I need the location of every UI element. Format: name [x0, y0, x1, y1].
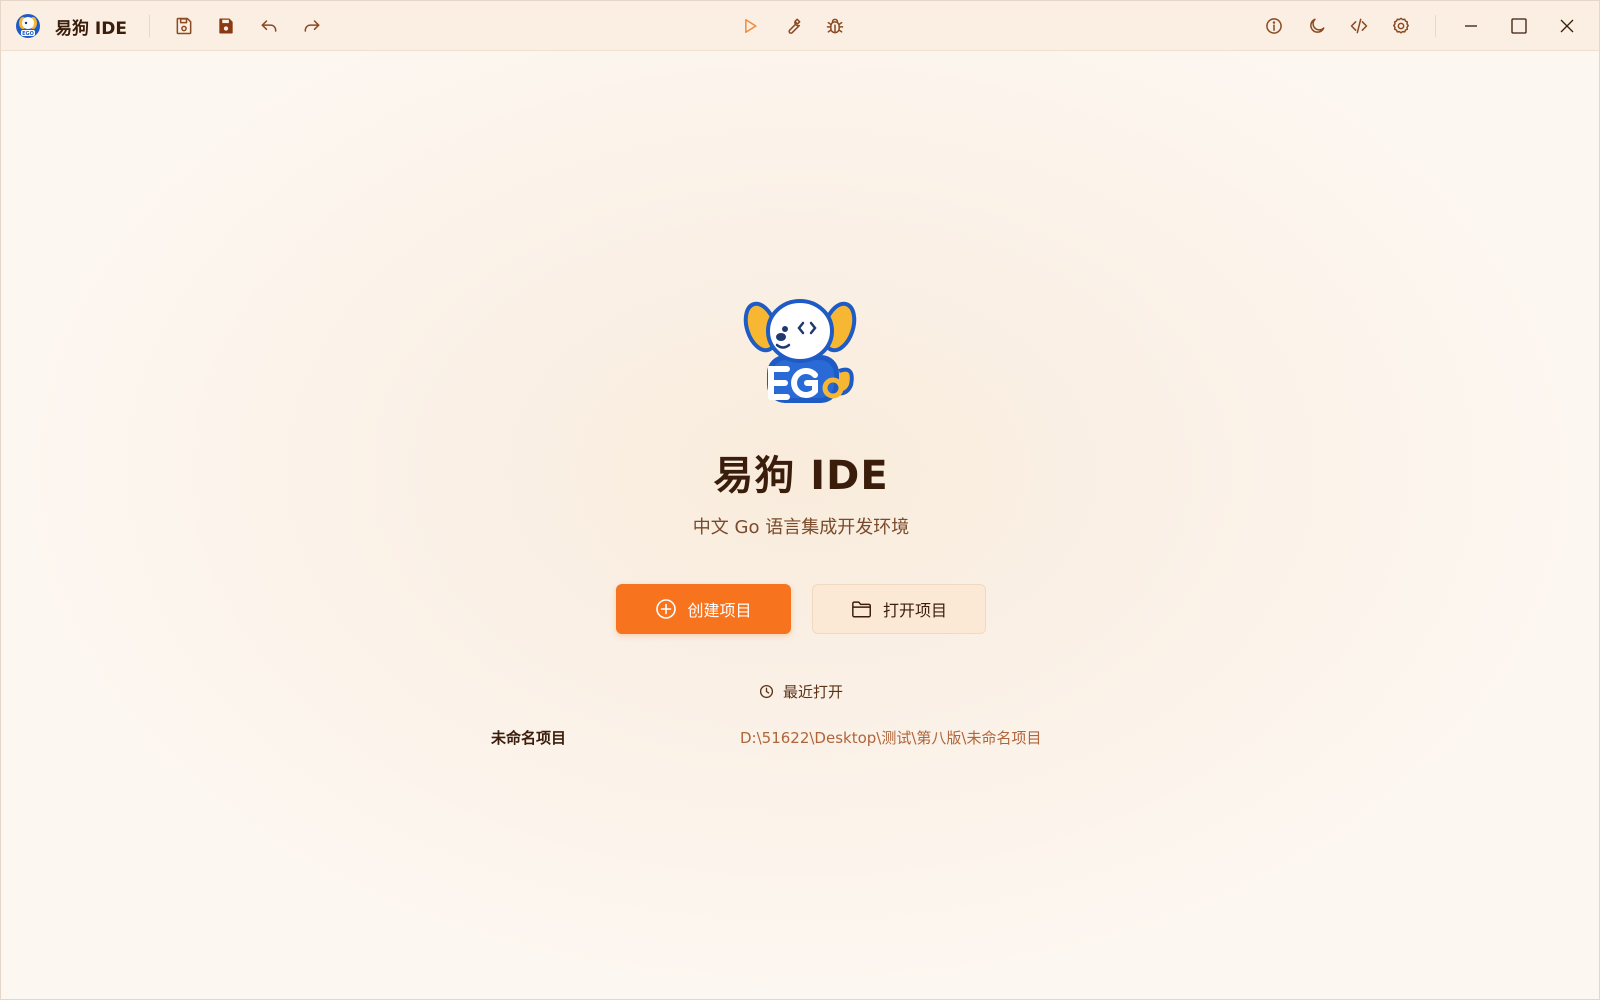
redo-button[interactable]: [298, 12, 326, 40]
create-project-button[interactable]: 创建项目: [616, 584, 791, 634]
code-view-button[interactable]: [1345, 12, 1373, 40]
moon-icon: [1310, 18, 1325, 33]
run-button[interactable]: [736, 12, 764, 40]
recent-project-item[interactable]: 未命名项目 D:\51622\Desktop\测试\第八版\未命名项目: [491, 727, 1081, 751]
redo-icon: [304, 20, 320, 32]
undo-icon: [261, 20, 277, 32]
recent-section-heading: 最近打开: [1, 681, 1599, 702]
close-icon: [1560, 19, 1574, 33]
plus-circle-icon: [656, 599, 677, 619]
title-bar[interactable]: EGO 易狗 IDE: [1, 1, 1599, 51]
recent-heading-label: 最近打开: [782, 683, 843, 701]
theme-toggle-button[interactable]: [1303, 12, 1331, 40]
recent-project-name: 未命名项目: [491, 729, 567, 747]
wrench-icon: [788, 18, 801, 34]
bug-icon: [826, 18, 844, 34]
open-project-label: 打开项目: [882, 601, 947, 620]
clock-icon: [759, 684, 774, 699]
close-button[interactable]: [1544, 1, 1590, 51]
app-logo-icon: EGO: [16, 14, 40, 38]
undo-button[interactable]: [255, 12, 283, 40]
build-button[interactable]: [779, 12, 807, 40]
mascot-logo-image: [743, 299, 857, 403]
svg-text:EGO: EGO: [22, 31, 34, 37]
minimize-button[interactable]: [1448, 1, 1494, 51]
code-icon: [1350, 18, 1368, 34]
minimize-icon: [1465, 25, 1477, 27]
welcome-title: 易狗 IDE: [713, 453, 889, 499]
toolbar-divider: [1435, 15, 1436, 37]
welcome-subtitle: 中文 Go 语言集成开发环境: [692, 517, 910, 538]
open-project-button[interactable]: 打开项目: [812, 584, 986, 634]
info-icon: [1266, 18, 1282, 34]
debug-button[interactable]: [821, 12, 849, 40]
about-button[interactable]: [1260, 12, 1288, 40]
play-icon: [745, 19, 757, 33]
app-title: 易狗 IDE: [55, 18, 127, 39]
folder-icon: [852, 601, 871, 618]
maximize-icon: [1511, 18, 1527, 34]
toolbar-divider: [149, 15, 150, 37]
settings-button[interactable]: [1387, 12, 1415, 40]
save-outline-icon: [176, 17, 192, 35]
create-project-label: 创建项目: [687, 601, 752, 620]
save-filled-icon: [219, 18, 233, 34]
save-all-button[interactable]: [212, 12, 240, 40]
maximize-button[interactable]: [1496, 1, 1542, 51]
recent-project-path: D:\51622\Desktop\测试\第八版\未命名项目: [740, 729, 1042, 747]
gear-icon: [1393, 17, 1409, 34]
save-button[interactable]: [170, 12, 198, 40]
app-window: EGO 易狗 IDE 易狗 IDE 中文 Go 语言集成开发环境 创建项目 打开…: [0, 0, 1600, 1000]
